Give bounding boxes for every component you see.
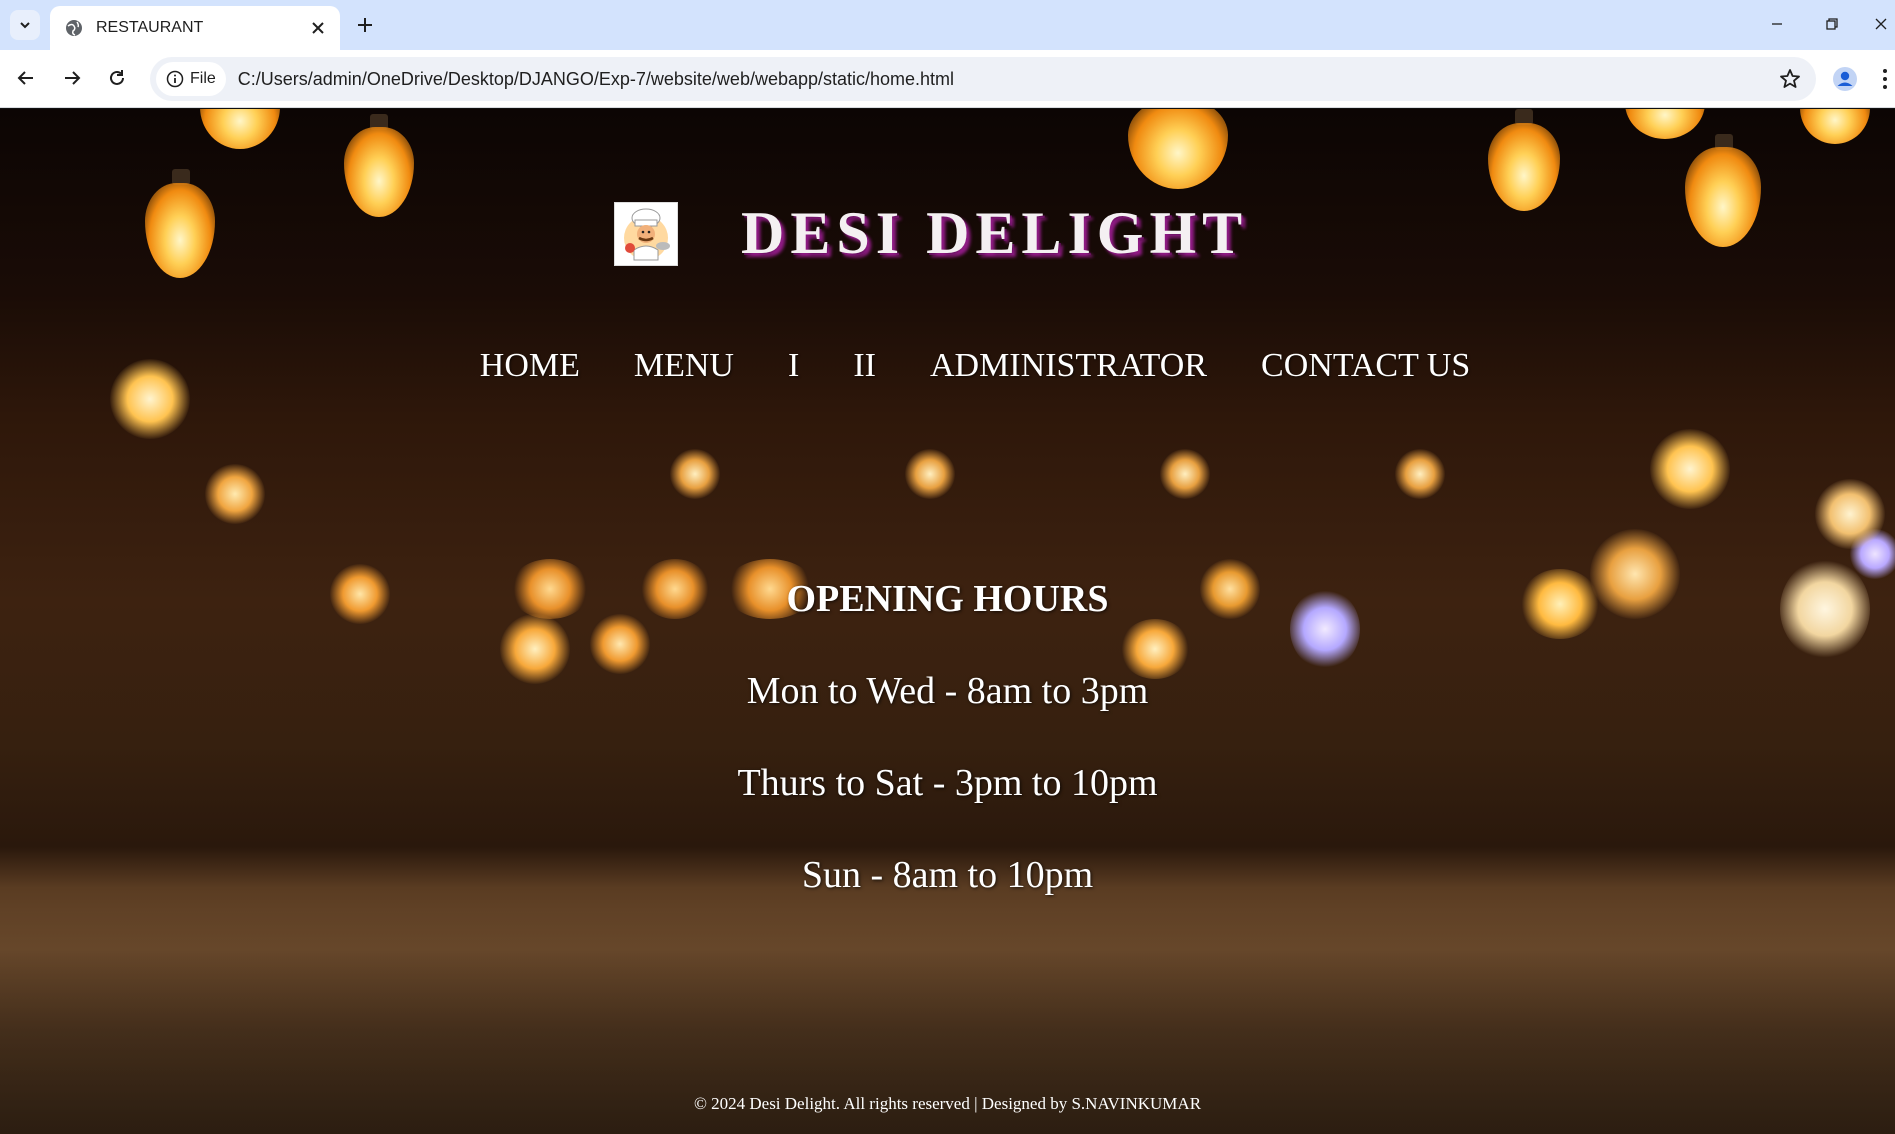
site-info-label: File xyxy=(190,70,216,87)
site-brand: DESI DELIGHT xyxy=(614,199,1248,268)
back-button[interactable] xyxy=(8,60,44,96)
nav-i[interactable]: I xyxy=(788,347,799,385)
info-icon xyxy=(166,70,184,88)
nav-home[interactable]: HOME xyxy=(480,347,580,385)
site-title: DESI DELIGHT xyxy=(741,200,1249,266)
star-icon[interactable] xyxy=(1778,67,1802,91)
close-icon xyxy=(312,22,324,34)
hours-line: Sun - 8am to 10pm xyxy=(801,854,1094,896)
address-bar[interactable]: File C:/Users/admin/OneDrive/Desktop/DJA… xyxy=(150,57,1816,101)
nav-ii[interactable]: II xyxy=(853,347,876,385)
opening-hours-heading: OPENING HOURS xyxy=(786,578,1109,620)
globe-icon xyxy=(66,20,82,36)
chevron-down-icon xyxy=(20,22,30,29)
minimize-icon xyxy=(1772,23,1782,25)
profile-button[interactable] xyxy=(1830,64,1860,94)
hours-line: Thurs to Sat - 3pm to 10pm xyxy=(737,762,1158,804)
restaurant-page: DESI DELIGHT HOME MENU I II ADMINISTRATO… xyxy=(0,109,1895,1134)
reload-icon xyxy=(110,70,124,85)
arrow-left-icon xyxy=(17,71,33,85)
forward-button[interactable] xyxy=(54,60,90,96)
tab-search-button[interactable] xyxy=(10,10,40,40)
browser-tab[interactable]: RESTAURANT xyxy=(50,6,340,50)
minimize-button[interactable] xyxy=(1757,8,1797,40)
browser-toolbar: File C:/Users/admin/OneDrive/Desktop/DJA… xyxy=(0,50,1895,108)
site-footer: © 2024 Desi Delight. All rights reserved… xyxy=(693,1094,1202,1113)
nav-administrator[interactable]: ADMINISTRATOR xyxy=(930,347,1207,385)
chef-logo-icon xyxy=(614,201,678,266)
arrow-right-icon xyxy=(65,71,81,85)
browser-tab-bar: RESTAURANT xyxy=(0,0,1895,50)
restore-button[interactable] xyxy=(1812,8,1852,40)
more-menu-icon[interactable] xyxy=(1880,64,1895,94)
site-info-chip[interactable]: File xyxy=(156,62,226,96)
url-text[interactable]: C:/Users/admin/OneDrive/Desktop/DJANGO/E… xyxy=(238,69,954,90)
opening-hours-section: OPENING HOURS Mon to Wed - 8am to 3pm Th… xyxy=(0,577,1895,945)
close-tab-button[interactable] xyxy=(308,18,328,38)
plus-icon xyxy=(358,18,372,32)
tab-title: RESTAURANT xyxy=(96,19,204,36)
reload-button[interactable] xyxy=(99,60,135,96)
hours-line: Mon to Wed - 8am to 3pm xyxy=(746,670,1149,712)
main-nav: HOME MENU I II ADMINISTRATOR CONTACT US xyxy=(0,347,1895,385)
restore-icon xyxy=(1826,18,1838,30)
user-avatar-icon xyxy=(1833,67,1857,91)
new-tab-button[interactable] xyxy=(350,10,380,40)
close-icon xyxy=(1875,18,1887,30)
nav-contact-us[interactable]: CONTACT US xyxy=(1261,347,1470,385)
close-window-button[interactable] xyxy=(1867,8,1895,40)
nav-menu[interactable]: MENU xyxy=(634,347,734,385)
